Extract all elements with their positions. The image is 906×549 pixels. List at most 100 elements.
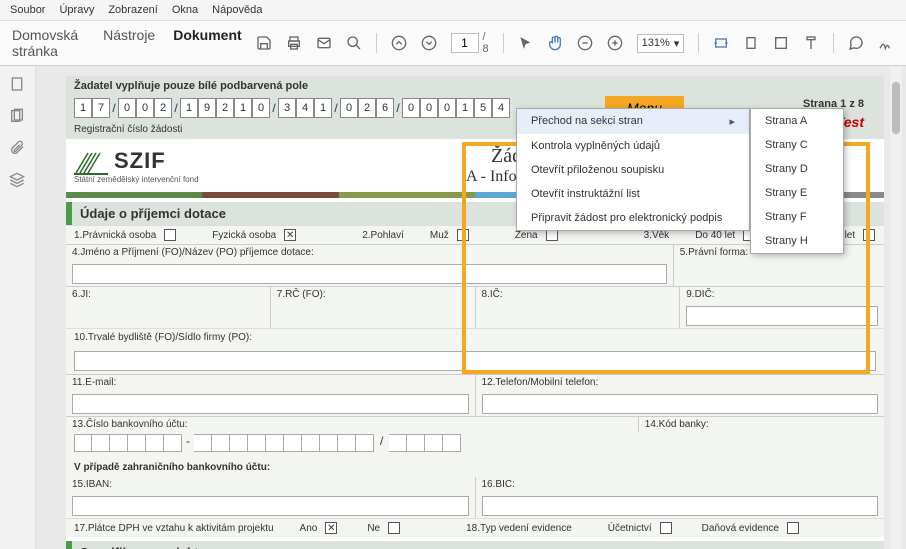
label-ji: 6.JI: (66, 287, 271, 302)
label-yes: Ano (300, 523, 318, 534)
page-up-icon[interactable] (391, 34, 407, 52)
tab-tools[interactable]: Nástroje (103, 27, 155, 59)
ctx-item[interactable]: Přechod na sekci stran▸ (517, 109, 749, 134)
reg-digit: 1 (456, 98, 474, 118)
context-menu-pages: Strana AStrany CStrany DStrany EStrany F… (750, 108, 844, 254)
label-legal-person: 1.Právnická osoba (74, 230, 156, 241)
ctx-item[interactable]: Otevřít instruktážní list (517, 182, 749, 206)
menu-edit[interactable]: Úpravy (59, 4, 94, 16)
label-bankcode: 14.Kód banky: (639, 417, 884, 432)
reg-digit: 1 (234, 98, 252, 118)
ctx-item[interactable]: Připravit žádost pro elektronický podpis (517, 206, 749, 230)
input-email[interactable] (72, 394, 469, 414)
input-address[interactable] (74, 351, 876, 371)
context-menu-main: Přechod na sekci stran▸Kontrola vyplněný… (516, 108, 750, 231)
label-phone: 12.Telefon/Mobilní telefon: (476, 375, 885, 390)
reg-digit: 1 (180, 98, 198, 118)
input-dic[interactable] (686, 306, 878, 326)
sign-icon[interactable] (878, 34, 894, 52)
label-gender: 2.Pohlaví (362, 230, 404, 241)
label-female: Žena (515, 230, 538, 241)
input-bic[interactable] (482, 496, 879, 516)
label-dic: 9.DIČ: (680, 287, 884, 302)
label-address: 10.Trvalé bydliště (FO)/Sídlo firmy (PO)… (66, 328, 884, 346)
page-down-icon[interactable] (421, 34, 437, 52)
tab-document[interactable]: Dokument (173, 27, 241, 59)
thumbnails-icon[interactable] (9, 76, 27, 94)
label-rc: 7.RČ (FO): (271, 287, 476, 302)
input-iban[interactable] (72, 496, 469, 516)
cb-physical[interactable] (284, 229, 296, 241)
menu-windows[interactable]: Okna (172, 4, 198, 16)
page-number-input[interactable] (451, 33, 479, 53)
label-physical-person: Fyzická osoba (212, 230, 276, 241)
cb-yes[interactable] (325, 522, 337, 534)
label-male: Muž (430, 230, 449, 241)
hand-icon[interactable] (547, 34, 563, 52)
label-bic: 16.BIC: (476, 477, 885, 492)
cb-taxev[interactable] (787, 522, 799, 534)
ctx-page-item[interactable]: Strany C (751, 133, 843, 157)
save-icon[interactable] (256, 34, 272, 52)
menubar: Soubor Úpravy Zobrazení Okna Nápověda (0, 0, 906, 21)
label-ic: 8.IČ: (476, 287, 681, 302)
tools-icon[interactable] (803, 34, 819, 52)
reg-digit: 0 (340, 98, 358, 118)
reg-digit: 5 (474, 98, 492, 118)
zoom-out-icon[interactable] (577, 34, 593, 52)
label-no: Ne (367, 523, 380, 534)
reg-digit: 2 (216, 98, 234, 118)
szif-logo-icon (74, 147, 108, 175)
reg-digit: 0 (420, 98, 438, 118)
layers-icon[interactable] (9, 172, 27, 190)
ctx-item[interactable]: Otevřít přiloženou soupisku (517, 158, 749, 182)
reg-digit: 4 (492, 98, 510, 118)
mail-icon[interactable] (316, 34, 332, 52)
input-name[interactable] (72, 264, 667, 284)
ctx-page-item[interactable]: Strany F (751, 205, 843, 229)
reg-digit: 4 (296, 98, 314, 118)
scrollbar[interactable] (890, 66, 902, 549)
bank-account-boxes[interactable]: - / (66, 432, 884, 458)
tab-home[interactable]: Domovská stránka (12, 27, 85, 59)
pages-icon[interactable] (9, 108, 27, 126)
zoom-in-icon[interactable] (607, 34, 623, 52)
cb-no[interactable] (388, 522, 400, 534)
input-phone[interactable] (482, 394, 879, 414)
cb-male[interactable] (457, 229, 469, 241)
search-icon[interactable] (346, 34, 362, 52)
reg-digit: 0 (118, 98, 136, 118)
comment-icon[interactable] (848, 34, 864, 52)
label-under40: Do 40 let (695, 230, 735, 241)
ctx-page-item[interactable]: Strany D (751, 157, 843, 181)
label-dph: 17.Plátce DPH ve vztahu k aktivitám proj… (74, 523, 274, 534)
left-sidebar (0, 66, 36, 549)
menu-file[interactable]: Soubor (10, 4, 45, 16)
label-email: 11.E-mail: (66, 375, 476, 390)
pointer-icon[interactable] (517, 34, 532, 52)
reg-digit: 0 (136, 98, 154, 118)
label-foreign-bank: V případě zahraničního bankovního účtu: (66, 458, 884, 477)
ctx-item[interactable]: Kontrola vyplněných údajů (517, 134, 749, 158)
zoom-select[interactable]: 131%▾ (637, 34, 685, 53)
ctx-page-item[interactable]: Strany E (751, 181, 843, 205)
menu-help[interactable]: Nápověda (212, 4, 262, 16)
toolbar: Domovská stránka Nástroje Dokument / 8 1… (0, 21, 906, 66)
fit-width-icon[interactable] (713, 34, 729, 52)
reg-digit: 0 (438, 98, 456, 118)
row-dph: 17.Plátce DPH ve vztahu k aktivitám proj… (66, 518, 884, 537)
fullscreen-icon[interactable] (773, 34, 789, 52)
cb-accounting[interactable] (660, 522, 672, 534)
print-icon[interactable] (286, 34, 302, 52)
ctx-page-item[interactable]: Strany H (751, 229, 843, 253)
fit-page-icon[interactable] (743, 34, 759, 52)
szif-logo-subtitle: Státní zemědělský intervenční fond (74, 175, 199, 184)
scroll-thumb[interactable] (892, 82, 900, 134)
ctx-page-item[interactable]: Strana A (751, 109, 843, 133)
cb-over40[interactable] (863, 229, 875, 241)
cb-legal[interactable] (164, 229, 176, 241)
reg-digit: 0 (402, 98, 420, 118)
menu-view[interactable]: Zobrazení (108, 4, 158, 16)
section-project: Specifikace projektu (66, 541, 884, 549)
attachments-icon[interactable] (9, 140, 27, 158)
